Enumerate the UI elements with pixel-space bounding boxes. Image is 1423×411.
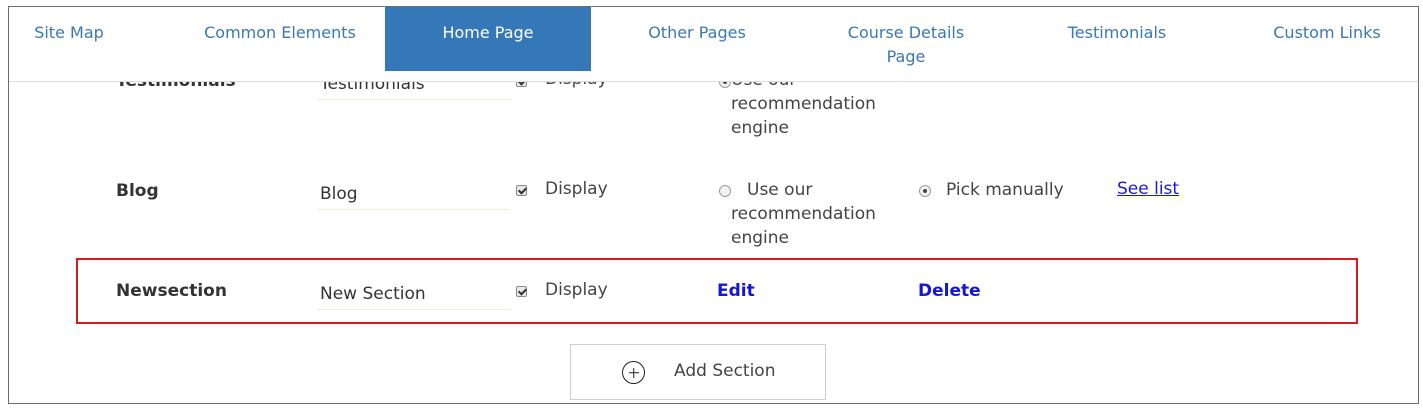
- pick-manually-label: Pick manually: [946, 180, 1064, 200]
- display-label: Display: [545, 81, 608, 89]
- recommendation-engine-label: Use our recommendation engine: [731, 81, 876, 138]
- recommendation-engine-radio[interactable]: [719, 81, 731, 88]
- delete-link[interactable]: Delete: [918, 281, 981, 301]
- section-row-newsection: Newsection Display Edit Delete: [9, 277, 1418, 317]
- display-label: Display: [545, 280, 608, 300]
- section-title-input[interactable]: [317, 279, 510, 310]
- display-checkbox[interactable]: [516, 286, 527, 297]
- section-title-input[interactable]: [317, 81, 510, 100]
- add-section-label: Add Section: [674, 361, 776, 381]
- tab-other-pages[interactable]: Other Pages: [627, 7, 767, 71]
- recommendation-engine-label: Use our recommendation engine: [731, 180, 876, 248]
- home-page-settings-panel: Site Map Common Elements Home Page Other…: [8, 6, 1419, 404]
- section-name: Testimonials: [116, 81, 236, 91]
- add-section-button[interactable]: Add Section: [570, 344, 826, 400]
- sections-list: Testimonials Display Use our recommendat…: [9, 81, 1418, 403]
- section-row-blog: Blog Display Use our recommendation engi…: [9, 173, 1418, 253]
- tab-common-elements[interactable]: Common Elements: [180, 7, 380, 71]
- tab-home-page[interactable]: Home Page: [385, 7, 591, 71]
- pick-manually-radio[interactable]: [919, 185, 931, 197]
- edit-link[interactable]: Edit: [717, 281, 755, 301]
- section-name: Blog: [116, 181, 159, 201]
- display-label: Display: [545, 179, 608, 199]
- recommendation-engine-radio[interactable]: [719, 185, 731, 197]
- section-title-input[interactable]: [317, 179, 510, 210]
- display-checkbox[interactable]: [516, 185, 527, 196]
- section-row-testimonials: Testimonials Display Use our recommendat…: [9, 81, 1418, 151]
- tab-site-map[interactable]: Site Map: [9, 7, 129, 71]
- tab-bar: Site Map Common Elements Home Page Other…: [9, 7, 1418, 82]
- see-list-link[interactable]: See list: [1117, 179, 1179, 199]
- tab-custom-links[interactable]: Custom Links: [1257, 7, 1397, 71]
- plus-circle-icon: [622, 361, 645, 384]
- section-name: Newsection: [116, 281, 227, 301]
- tab-course-details-page[interactable]: Course Details Page: [831, 7, 981, 71]
- tab-testimonials[interactable]: Testimonials: [1047, 7, 1187, 71]
